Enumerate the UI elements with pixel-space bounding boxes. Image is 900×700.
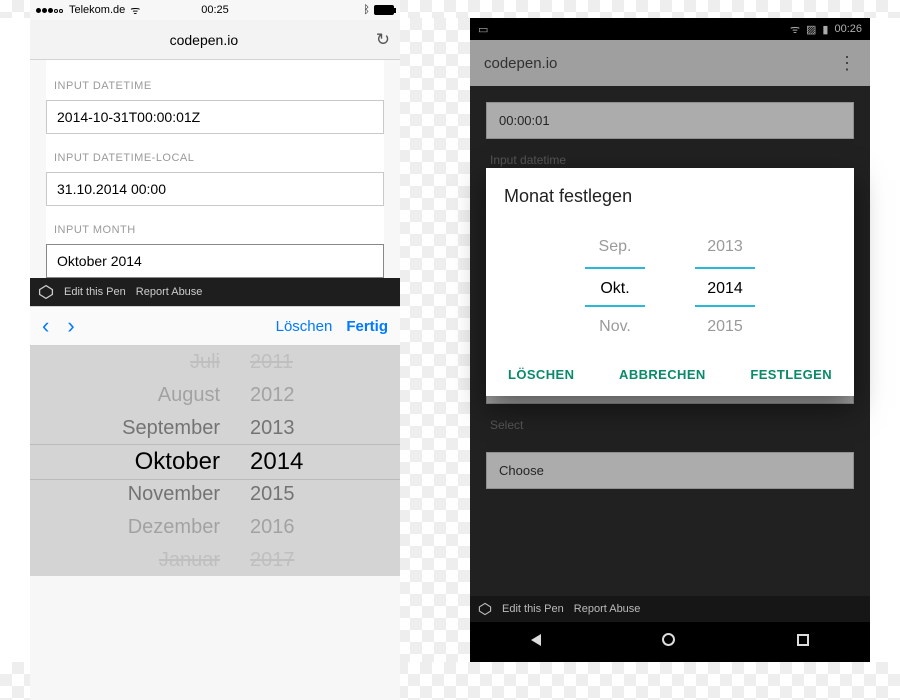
year-option[interactable]: 2017: [250, 544, 295, 577]
month-option[interactable]: November: [128, 478, 220, 511]
codepen-logo-icon: [38, 284, 54, 300]
battery-icon: [374, 5, 394, 15]
month-picker-dialog: Monat festlegen Sep. Okt. Nov. 2013 2014…: [486, 168, 854, 396]
reload-icon[interactable]: ↻: [376, 30, 390, 50]
edit-pen-link[interactable]: Edit this Pen: [64, 286, 126, 298]
report-abuse-link[interactable]: Report Abuse: [136, 286, 203, 298]
form-panel: INPUT DATETIME 2014-10-31T00:00:01Z INPU…: [46, 60, 384, 278]
month-option[interactable]: September: [122, 412, 220, 445]
year-option[interactable]: 2016: [250, 511, 295, 544]
datetime-local-label: INPUT DATETIME-LOCAL: [46, 144, 384, 172]
recents-button[interactable]: [797, 633, 809, 651]
year-option-selected[interactable]: 2014: [695, 267, 755, 307]
month-column[interactable]: Sep. Okt. Nov.: [585, 227, 645, 347]
year-option[interactable]: 2015: [250, 478, 295, 511]
dialog-set-button[interactable]: FESTLEGEN: [750, 367, 832, 382]
home-button[interactable]: [662, 633, 675, 651]
report-abuse-link[interactable]: Report Abuse: [574, 603, 641, 615]
year-column[interactable]: 2011 2012 2013 2014 2015 2016 2017: [240, 346, 360, 576]
year-option[interactable]: 2013: [695, 227, 755, 267]
dialog-delete-button[interactable]: LÖSCHEN: [508, 367, 574, 382]
picker-clear-button[interactable]: Löschen: [276, 318, 333, 335]
codepen-footer: Edit this Pen Report Abuse: [30, 278, 400, 306]
year-column[interactable]: 2013 2014 2015: [695, 227, 755, 347]
address-url: codepen.io: [40, 32, 368, 48]
picker-done-button[interactable]: Fertig: [346, 318, 388, 335]
codepen-footer: Edit this Pen Report Abuse: [470, 596, 870, 622]
year-option[interactable]: 2012: [250, 379, 295, 412]
android-nav-bar: [470, 622, 870, 662]
dialog-cancel-button[interactable]: ABBRECHEN: [619, 367, 706, 382]
android-month-picker[interactable]: Sep. Okt. Nov. 2013 2014 2015: [504, 223, 836, 357]
datetime-label: INPUT DATETIME: [46, 72, 384, 100]
ios-status-bar: Telekom.de ᯤ 00:25 ᛒ: [30, 0, 400, 20]
year-option-selected[interactable]: 2014: [250, 445, 303, 478]
month-option[interactable]: Juli: [190, 346, 220, 379]
ios-month-picker[interactable]: Juli August September Oktober November D…: [30, 346, 400, 576]
datetime-input[interactable]: 2014-10-31T00:00:01Z: [46, 100, 384, 134]
edit-pen-link[interactable]: Edit this Pen: [502, 603, 564, 615]
safari-address-bar[interactable]: codepen.io ↻: [30, 20, 400, 60]
clock-label: 00:25: [30, 4, 400, 16]
month-option[interactable]: Dezember: [128, 511, 220, 544]
month-input[interactable]: Oktober 2014: [46, 244, 384, 278]
month-option-selected[interactable]: Oktober: [135, 445, 220, 478]
back-button[interactable]: [531, 633, 541, 651]
picker-accessory-bar: ‹ › Löschen Fertig: [30, 306, 400, 346]
month-column[interactable]: Juli August September Oktober November D…: [60, 346, 230, 576]
datetime-local-input[interactable]: 31.10.2014 00:00: [46, 172, 384, 206]
year-option[interactable]: 2013: [250, 412, 295, 445]
dialog-title: Monat festlegen: [504, 186, 836, 207]
picker-prev-button[interactable]: ‹: [42, 313, 49, 339]
year-option[interactable]: 2015: [695, 307, 755, 347]
codepen-logo-icon: [478, 602, 492, 616]
month-label: INPUT MONTH: [46, 216, 384, 244]
year-option[interactable]: 2011: [250, 346, 293, 379]
android-screenshot: ▭ ᯤ ▨ ▮ 00:26 codepen.io ⋮ 00:00:01 Inpu…: [470, 18, 870, 662]
month-option-selected[interactable]: Okt.: [585, 267, 645, 307]
picker-next-button[interactable]: ›: [67, 313, 74, 339]
month-option[interactable]: Januar: [159, 544, 220, 577]
month-option[interactable]: Nov.: [585, 307, 645, 347]
month-option[interactable]: Sep.: [585, 227, 645, 267]
month-option[interactable]: August: [158, 379, 220, 412]
ios-screenshot: Telekom.de ᯤ 00:25 ᛒ codepen.io ↻ INPUT …: [30, 0, 400, 700]
